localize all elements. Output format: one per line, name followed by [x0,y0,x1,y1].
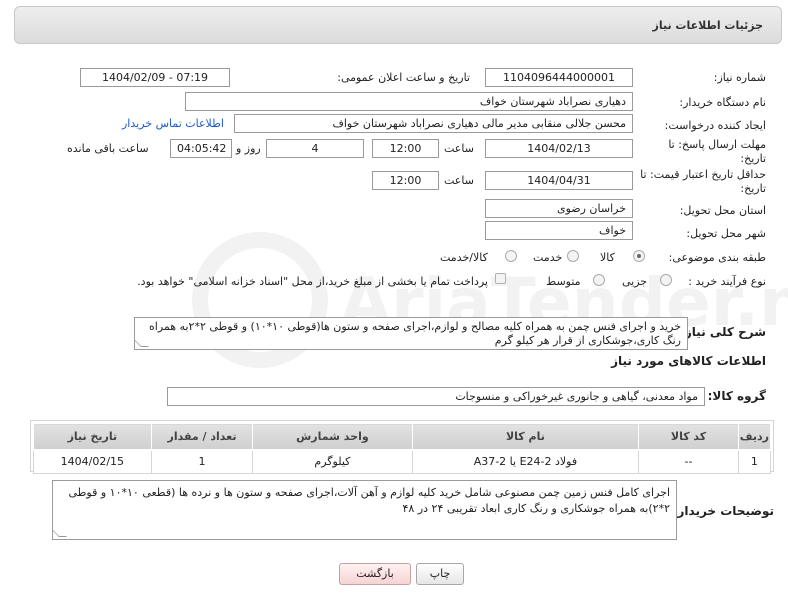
goods-group-label: گروه کالا: [707,389,766,403]
table-header-row: ردیف کد کالا نام کالا واحد شمارش تعداد /… [33,423,772,451]
back-button[interactable]: بازگشت [339,563,411,585]
days-label: روز و [236,142,261,155]
requester-field: محسن جلالی منقابی مدیر مالی دهیاری نصراب… [234,114,633,133]
contact-buyer-link[interactable]: اطلاعات تماس خریدار [122,117,224,130]
col-name: نام کالا [411,423,640,451]
category-option-goods-service: کالا/خدمت [440,251,488,264]
process-radio-medium[interactable] [593,274,605,286]
description-label: شرح کلی نیاز: [680,325,766,339]
deadline-date-field: 1404/02/13 [485,139,633,158]
col-quantity: تعداد / مقدار [150,423,254,451]
buyer-org-field: دهیاری نصراباد شهرستان خواف [185,92,633,111]
category-option-service: خدمت [533,251,563,264]
header-panel: جزئیات اطلاعات نیاز [14,6,782,44]
col-unit: واحد شمارش [252,423,413,451]
need-number-field: 1104096444000001 [485,68,633,87]
requester-label: ایجاد کننده درخواست: [664,119,766,132]
col-row: ردیف [737,423,772,451]
buyer-notes-text: اجرای کامل فنس زمین چمن مصنوعی شامل خرید… [68,486,671,515]
deadline-time-field: 12:00 [372,139,439,158]
city-label: شهر محل تحویل: [686,227,766,240]
process-label: نوع فرآیند خرید : [688,275,766,288]
province-label: استان محل تحویل: [679,204,766,217]
table-row[interactable]: 1 -- فولاد E24-2 یا A37-2 کیلوگرم 1 1404… [33,449,772,474]
city-field: خواف [485,221,633,240]
cell-unit: کیلوگرم [252,449,413,474]
resize-grip-icon[interactable] [53,529,67,537]
deadline-label: مهلت ارسال پاسخ: تا تاریخ: [668,138,766,165]
description-text: خرید و اجرای فنس چمن به همراه کلیه مصالح… [149,320,681,347]
validity-label: حداقل تاریخ اعتبار قیمت: تا تاریخ: [640,168,766,195]
print-button[interactable]: چاپ [416,563,464,585]
category-radio-service[interactable] [567,250,579,262]
resize-grip-icon[interactable] [135,339,149,347]
days-remaining-field: 4 [266,139,364,158]
validity-time-label: ساعت [444,174,474,187]
items-table: ردیف کد کالا نام کالا واحد شمارش تعداد /… [33,423,772,474]
remaining-time-label: ساعت باقی مانده [67,142,149,155]
description-textarea[interactable]: خرید و اجرای فنس چمن به همراه کلیه مصالح… [134,317,688,350]
process-option-minor: جزیی [622,275,648,288]
remaining-time-field: 04:05:42 [170,139,232,158]
province-field: خراسان رضوی [485,199,633,218]
cell-need-date: 1404/02/15 [33,449,152,474]
buyer-notes-textarea[interactable]: اجرای کامل فنس زمین چمن مصنوعی شامل خرید… [52,480,677,540]
category-option-goods: کالا [600,251,615,264]
goods-section-title: اطلاعات کالاهای مورد نیاز [611,354,766,368]
cell-quantity: 1 [150,449,254,474]
buyer-notes-label: توضیحات خریدار: [672,504,774,518]
deadline-time-label: ساعت [444,142,474,155]
category-radio-goods-service[interactable] [505,250,517,262]
treasury-payment-checkbox[interactable] [495,273,506,284]
category-label: طبقه بندی موضوعی: [668,251,766,264]
treasury-payment-note: پرداخت تمام یا بخشی از مبلغ خرید،از محل … [137,275,488,288]
page-title: جزئیات اطلاعات نیاز [652,19,764,32]
col-need-date: تاریخ نیاز [33,423,152,451]
category-radio-goods[interactable] [633,250,645,262]
col-code: کد کالا [638,423,739,451]
process-option-medium: متوسط [546,275,581,288]
goods-group-field: مواد معدنی، گیاهی و جانوری غیرخوراکی و م… [167,387,705,406]
cell-name: فولاد E24-2 یا A37-2 [411,449,640,474]
announce-field: 1404/02/09 - 07:19 [80,68,230,87]
need-number-label: شماره نیاز: [713,71,766,84]
validity-date-field: 1404/04/31 [485,171,633,190]
cell-row: 1 [737,449,772,474]
validity-time-field: 12:00 [372,171,439,190]
buyer-org-label: نام دستگاه خریدار: [679,96,766,109]
cell-code: -- [638,449,739,474]
process-radio-minor[interactable] [660,274,672,286]
announce-label: تاریخ و ساعت اعلان عمومی: [337,71,470,84]
